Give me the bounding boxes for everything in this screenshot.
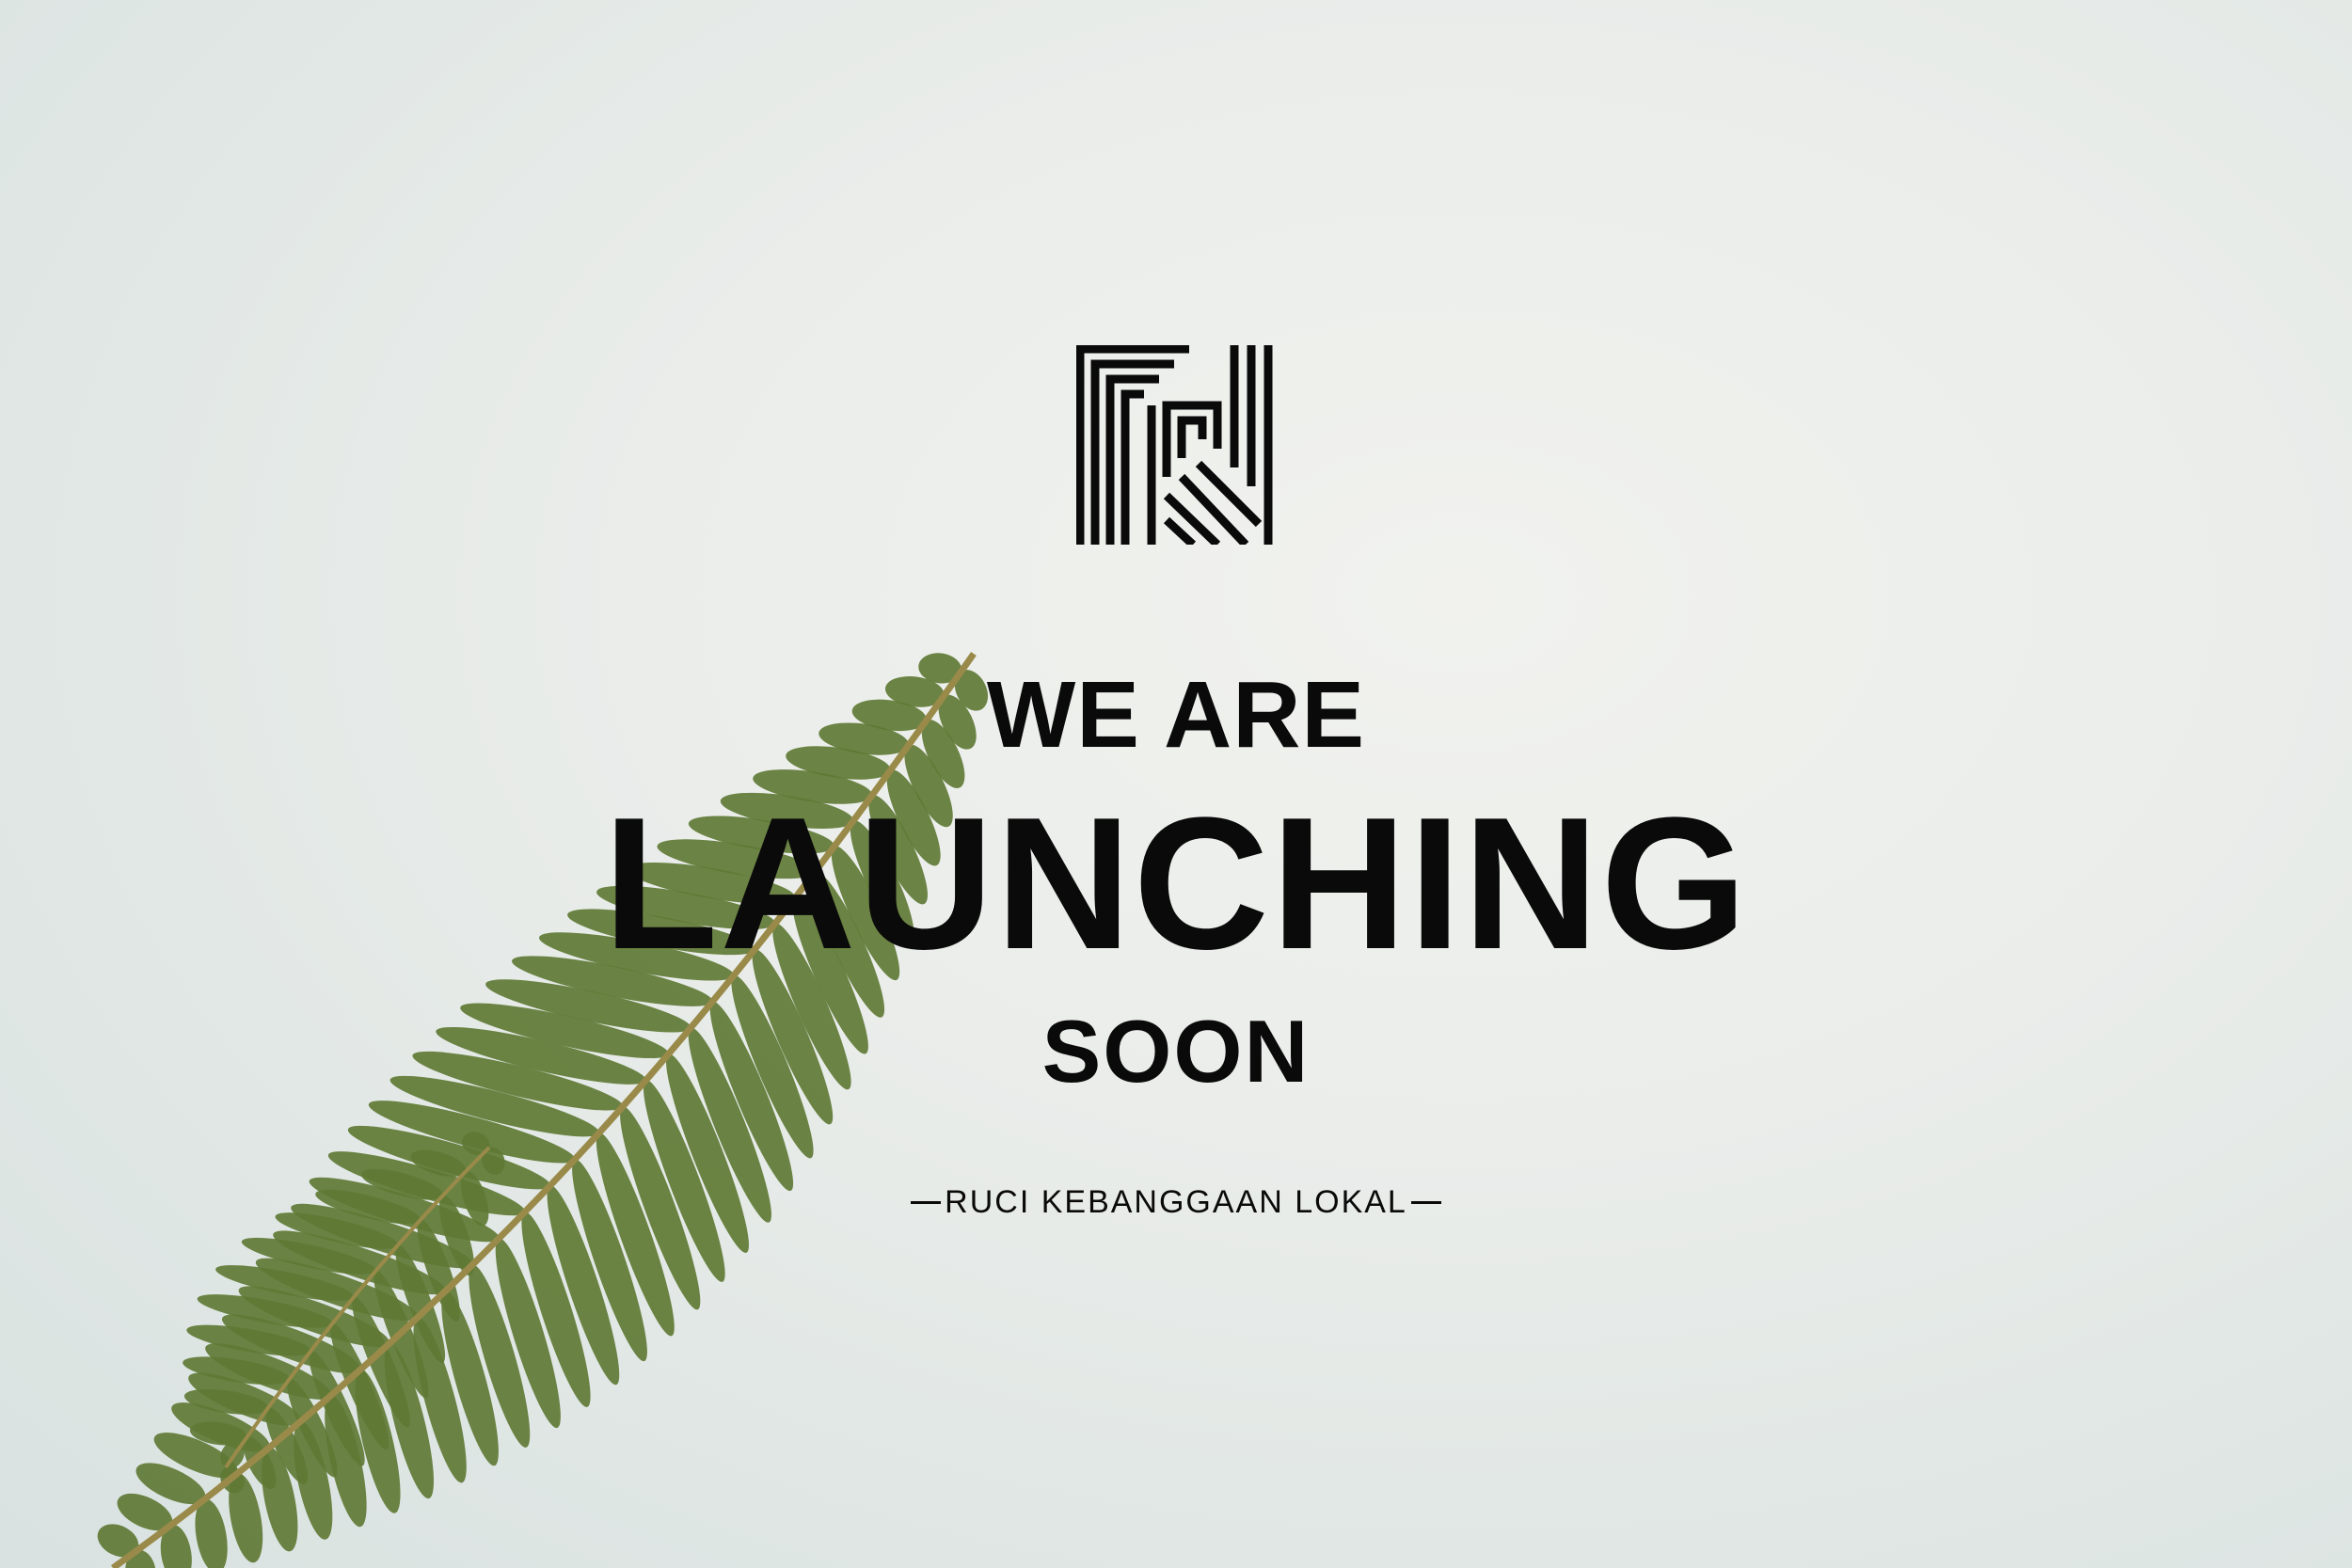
headline-we-are: WE ARE — [986, 662, 1366, 768]
ruci-monogram-logo-icon — [1076, 345, 1273, 545]
tagline-dash-right — [1410, 1200, 1441, 1204]
tagline-dash-left — [911, 1200, 942, 1204]
headline-launching: LAUNCHING — [603, 779, 1749, 989]
tagline-text: RUCI KEBANGGAAN LOKAL — [945, 1184, 1407, 1220]
tagline: RUCI KEBANGGAAN LOKAL — [0, 1183, 2352, 1221]
headline-soon: SOON — [1041, 1002, 1311, 1101]
